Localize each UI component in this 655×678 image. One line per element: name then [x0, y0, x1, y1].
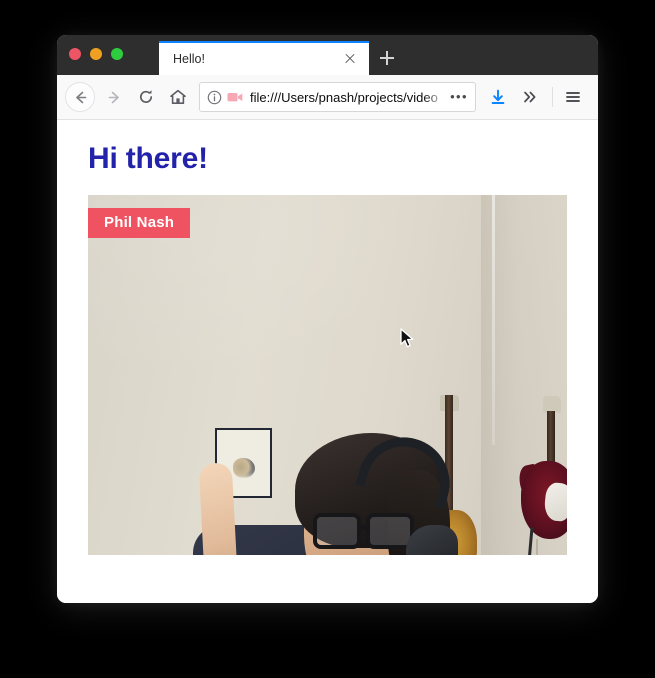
video-element[interactable]: Phil Nash: [88, 195, 567, 555]
video-scene: [88, 195, 567, 555]
title-bar: Hello!: [57, 35, 598, 75]
tab-hello[interactable]: Hello!: [159, 41, 369, 75]
home-house-icon: [169, 88, 187, 106]
maximize-window-button[interactable]: [111, 48, 123, 60]
navigation-toolbar: file:///Users/pnash/projects/video •••: [57, 75, 598, 120]
back-arrow-icon: [72, 89, 89, 106]
close-window-button[interactable]: [69, 48, 81, 60]
overflow-button[interactable]: [515, 82, 545, 112]
url-bar[interactable]: file:///Users/pnash/projects/video •••: [199, 82, 476, 112]
wall-edge: [492, 195, 495, 445]
download-arrow-icon: [489, 88, 507, 106]
page-title: Hi there!: [88, 142, 208, 175]
page-actions-button[interactable]: •••: [447, 86, 471, 108]
reload-arrow-icon: [137, 88, 155, 106]
chevron-double-right-icon: [521, 88, 539, 106]
url-text: file:///Users/pnash/projects/video: [250, 89, 438, 105]
hamburger-menu-icon: [564, 88, 582, 106]
guitar-right-cable: [536, 539, 558, 555]
downloads-button[interactable]: [483, 82, 513, 112]
app-menu-button[interactable]: [558, 82, 588, 112]
glasses-bridge: [359, 525, 369, 530]
back-button[interactable]: [65, 82, 95, 112]
home-button[interactable]: [163, 82, 193, 112]
reload-button[interactable]: [131, 82, 161, 112]
glasses-left-lens: [313, 513, 361, 549]
video-camera-icon[interactable]: [227, 91, 243, 103]
forward-arrow-icon: [106, 89, 123, 106]
page-content: Hi there! Phil Nash: [57, 120, 598, 603]
new-tab-button[interactable]: [369, 41, 405, 75]
picture-artwork: [233, 458, 255, 478]
tab-strip: Hello!: [159, 35, 405, 75]
close-tab-icon[interactable]: [341, 50, 359, 68]
tab-title: Hello!: [173, 52, 205, 66]
window-controls: [69, 48, 123, 60]
forward-button[interactable]: [99, 82, 129, 112]
browser-window: Hello! file:///Users/pnash/projects/vide…: [57, 35, 598, 603]
minimize-window-button[interactable]: [90, 48, 102, 60]
toolbar-divider: [552, 87, 553, 107]
info-circle-icon[interactable]: [207, 90, 222, 105]
name-badge: Phil Nash: [88, 208, 191, 238]
